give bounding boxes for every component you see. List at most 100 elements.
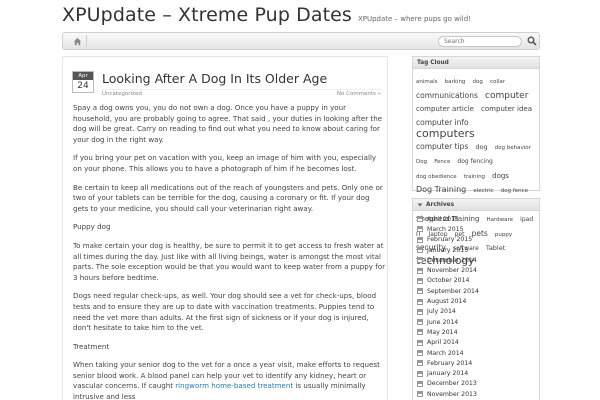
- archive-item[interactable]: December 2013: [417, 379, 535, 389]
- archive-link[interactable]: November 2014: [427, 267, 477, 274]
- post-paragraph: When taking your senior dog to the vet f…: [73, 360, 385, 400]
- archive-link[interactable]: December 2013: [427, 380, 477, 387]
- archive-link[interactable]: January 2014: [427, 370, 468, 377]
- archive-link[interactable]: July 2014: [427, 308, 456, 315]
- tag-link[interactable]: computer: [485, 91, 528, 101]
- archive-item[interactable]: December 2014: [417, 255, 535, 265]
- tag-link[interactable]: animals: [416, 79, 438, 85]
- calendar-icon: [417, 277, 423, 284]
- tag-link[interactable]: computers: [416, 127, 475, 140]
- post-paragraph: If you bring your pet on vacation with y…: [73, 153, 377, 173]
- date-day: 24: [77, 81, 89, 91]
- calendar-icon: [417, 391, 423, 398]
- tag-link[interactable]: dog: [475, 143, 487, 151]
- archive-item[interactable]: November 2013: [417, 389, 535, 399]
- calendar-icon: [417, 247, 423, 254]
- tag-link[interactable]: computer info: [416, 118, 469, 127]
- tag-link[interactable]: dog fence: [501, 188, 528, 194]
- site-title[interactable]: XPUpdate – Xtreme Pup Dates: [62, 4, 352, 26]
- calendar-icon: [417, 350, 423, 356]
- post-body: Spay a dog owns you, you do not own a do…: [73, 103, 385, 400]
- archive-link[interactable]: December 2014: [427, 257, 477, 264]
- search-icon: [527, 36, 537, 46]
- tag-link[interactable]: training: [464, 174, 485, 180]
- archive-link[interactable]: November 2013: [427, 391, 477, 398]
- post-paragraph: To make certain your dog is healthy, be …: [73, 240, 385, 282]
- tag-link[interactable]: Dog: [416, 159, 427, 165]
- archive-item[interactable]: September 2014: [417, 286, 535, 296]
- post-paragraph: Be certain to keep all medications out o…: [73, 182, 383, 213]
- post-category-link[interactable]: Uncategorized: [102, 91, 142, 97]
- calendar-icon: [417, 380, 423, 387]
- calendar-icon: [417, 370, 423, 377]
- home-icon: [73, 37, 82, 45]
- tag-link[interactable]: electric: [473, 188, 493, 194]
- tag-link[interactable]: computer idea: [481, 105, 532, 113]
- home-button[interactable]: [69, 35, 87, 47]
- archive-link[interactable]: January 2015: [427, 247, 468, 254]
- archive-item[interactable]: June 2014: [417, 317, 535, 327]
- tag-link[interactable]: Dog Training: [416, 185, 466, 194]
- archive-item[interactable]: January 2014: [417, 368, 535, 378]
- tag-link[interactable]: barking: [445, 79, 466, 85]
- archives-title: Archives: [426, 201, 455, 208]
- tag-link[interactable]: communications: [416, 91, 478, 100]
- archive-link[interactable]: April 2014: [427, 339, 459, 346]
- archive-item[interactable]: January 2015: [417, 245, 535, 255]
- tag-link[interactable]: dog obedience: [416, 174, 457, 180]
- tag-link[interactable]: dogs: [492, 172, 509, 180]
- calendar-icon: [417, 308, 423, 315]
- archive-item[interactable]: August 2014: [417, 296, 535, 306]
- tag-link[interactable]: dog fencing: [457, 158, 492, 165]
- archive-link[interactable]: August 2014: [427, 298, 466, 305]
- archive-link[interactable]: September 2014: [427, 288, 479, 295]
- tag-cloud-widget: Tag Cloud animals barking dog collar com…: [412, 56, 540, 266]
- tag-link[interactable]: computer article: [416, 105, 474, 113]
- archive-link[interactable]: October 2014: [427, 277, 469, 284]
- archive-link[interactable]: February 2015: [427, 236, 472, 243]
- tag-link[interactable]: collar: [490, 79, 505, 85]
- tag-link[interactable]: Fence: [434, 159, 450, 165]
- tag-link[interactable]: dog: [473, 79, 483, 85]
- calendar-icon: [417, 319, 423, 326]
- ringworm-link[interactable]: ringworm home-based treatment: [175, 381, 293, 390]
- post-article: Apr 24 Looking After A Dog In Its Older …: [62, 56, 388, 400]
- archive-item[interactable]: November 2014: [417, 265, 535, 275]
- date-month: Apr: [73, 72, 93, 80]
- calendar-icon: [417, 288, 423, 295]
- archive-item[interactable]: April 2014: [417, 338, 535, 348]
- archives-header[interactable]: Archives: [413, 199, 539, 211]
- archive-item[interactable]: October 2014: [417, 276, 535, 286]
- calendar-icon: [417, 329, 423, 336]
- calendar-icon: [417, 360, 423, 367]
- site-header: XPUpdate – Xtreme Pup Dates XPUpdate – w…: [62, 4, 471, 30]
- tag-link[interactable]: dog behavior: [495, 145, 531, 151]
- tag-link[interactable]: computer tips: [416, 142, 468, 151]
- calendar-icon: [417, 257, 423, 264]
- archive-item[interactable]: March 2014: [417, 348, 535, 358]
- archive-link[interactable]: June 2014: [427, 319, 458, 326]
- archive-item[interactable]: February 2014: [417, 358, 535, 368]
- calendar-icon: [417, 236, 423, 243]
- archive-item[interactable]: April 2015: [417, 214, 535, 224]
- post-comments-link[interactable]: No Comments »: [337, 91, 381, 97]
- nav-bar: [62, 32, 540, 50]
- site-tagline: XPUpdate – where pups go wild!: [357, 15, 471, 23]
- archive-item[interactable]: February 2015: [417, 235, 535, 245]
- date-badge: Apr 24: [72, 71, 94, 93]
- archive-link[interactable]: March 2015: [427, 226, 464, 233]
- search-input[interactable]: [438, 36, 522, 47]
- archive-link[interactable]: May 2014: [427, 329, 458, 336]
- archive-link[interactable]: February 2014: [427, 360, 472, 367]
- calendar-icon: [417, 267, 423, 274]
- archive-link[interactable]: April 2015: [427, 216, 459, 223]
- archive-item[interactable]: May 2014: [417, 327, 535, 337]
- post-title[interactable]: Looking After A Dog In Its Older Age: [102, 71, 327, 86]
- chevron-down-icon: [417, 203, 423, 206]
- archive-item[interactable]: July 2014: [417, 307, 535, 317]
- calendar-icon: [417, 298, 423, 305]
- archive-link[interactable]: March 2014: [427, 350, 464, 357]
- calendar-icon: [417, 216, 423, 223]
- search-button[interactable]: [526, 35, 538, 47]
- archive-item[interactable]: March 2015: [417, 224, 535, 234]
